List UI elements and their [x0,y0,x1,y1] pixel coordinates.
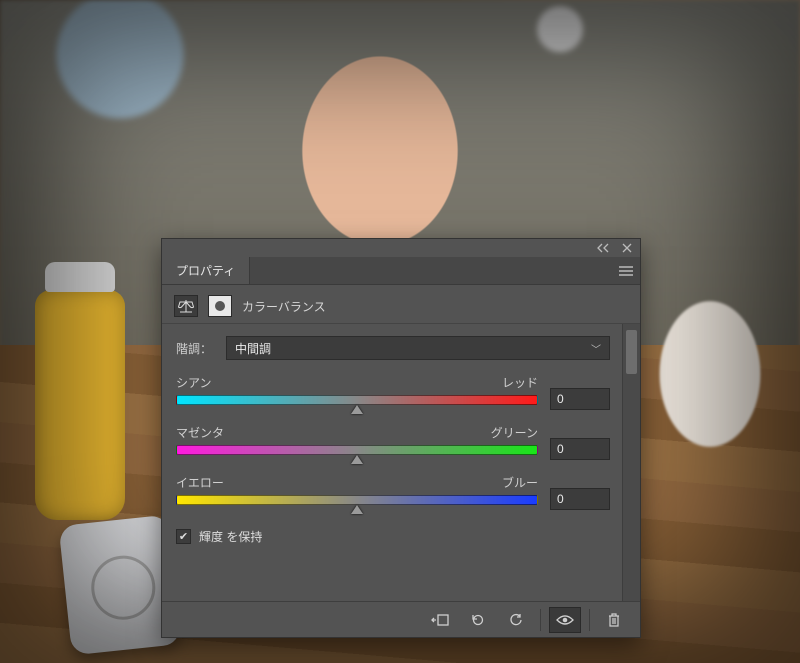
cyan-red-value-input[interactable]: 0 [550,388,610,410]
panel-tabbar: プロパティ [162,257,640,285]
trash-icon[interactable] [598,607,630,633]
scrollbar-thumb[interactable] [626,330,637,374]
document-canvas: プロパティ カラーバランス 階調： 中間調 ﹀ [0,0,800,663]
reset-icon[interactable] [500,607,532,633]
slider-label-red: レッド [502,374,538,391]
preserve-luminosity-label: 輝度 を保持 [199,528,262,545]
panel-footer [162,601,640,637]
preserve-luminosity-checkbox[interactable]: ✔ [176,529,191,544]
yellow-blue-value-input[interactable]: 0 [550,488,610,510]
panel-menu-icon[interactable] [612,257,640,284]
slider-thumb-icon[interactable] [351,405,363,414]
slider-label-blue: ブルー [502,474,538,491]
adjustment-title: カラーバランス [242,298,326,315]
collapse-icon[interactable] [596,241,610,255]
tab-properties[interactable]: プロパティ [162,257,250,284]
properties-panel: プロパティ カラーバランス 階調： 中間調 ﹀ [161,238,641,638]
magenta-green-value-input[interactable]: 0 [550,438,610,460]
magenta-green-slider[interactable] [176,445,538,455]
slider-label-yellow: イエロー [176,474,224,491]
layer-mask-icon [208,295,232,317]
adjustment-header: カラーバランス [162,285,640,323]
slider-label-green: グリーン [491,424,538,441]
cyan-red-slider[interactable] [176,395,538,405]
tone-select-value: 中間調 [235,340,271,357]
chevron-down-icon: ﹀ [591,341,601,356]
visibility-icon[interactable] [549,607,581,633]
slider-label-magenta: マゼンタ [176,424,224,441]
clip-to-layer-icon[interactable] [424,607,456,633]
footer-divider [540,609,541,631]
tone-label: 階調： [176,340,216,357]
close-icon[interactable] [620,241,634,255]
slider-label-cyan: シアン [176,374,212,391]
controls-area: 階調： 中間調 ﹀ シアン レッド [162,324,622,601]
footer-divider [589,609,590,631]
panel-titlebar [162,239,640,257]
view-previous-state-icon[interactable] [462,607,494,633]
tone-select[interactable]: 中間調 ﹀ [226,336,610,360]
slider-thumb-icon[interactable] [351,455,363,464]
balance-scale-icon [174,295,198,317]
yellow-blue-slider[interactable] [176,495,538,505]
slider-thumb-icon[interactable] [351,505,363,514]
panel-scrollbar[interactable] [622,324,640,601]
tab-label: プロパティ [176,262,235,279]
